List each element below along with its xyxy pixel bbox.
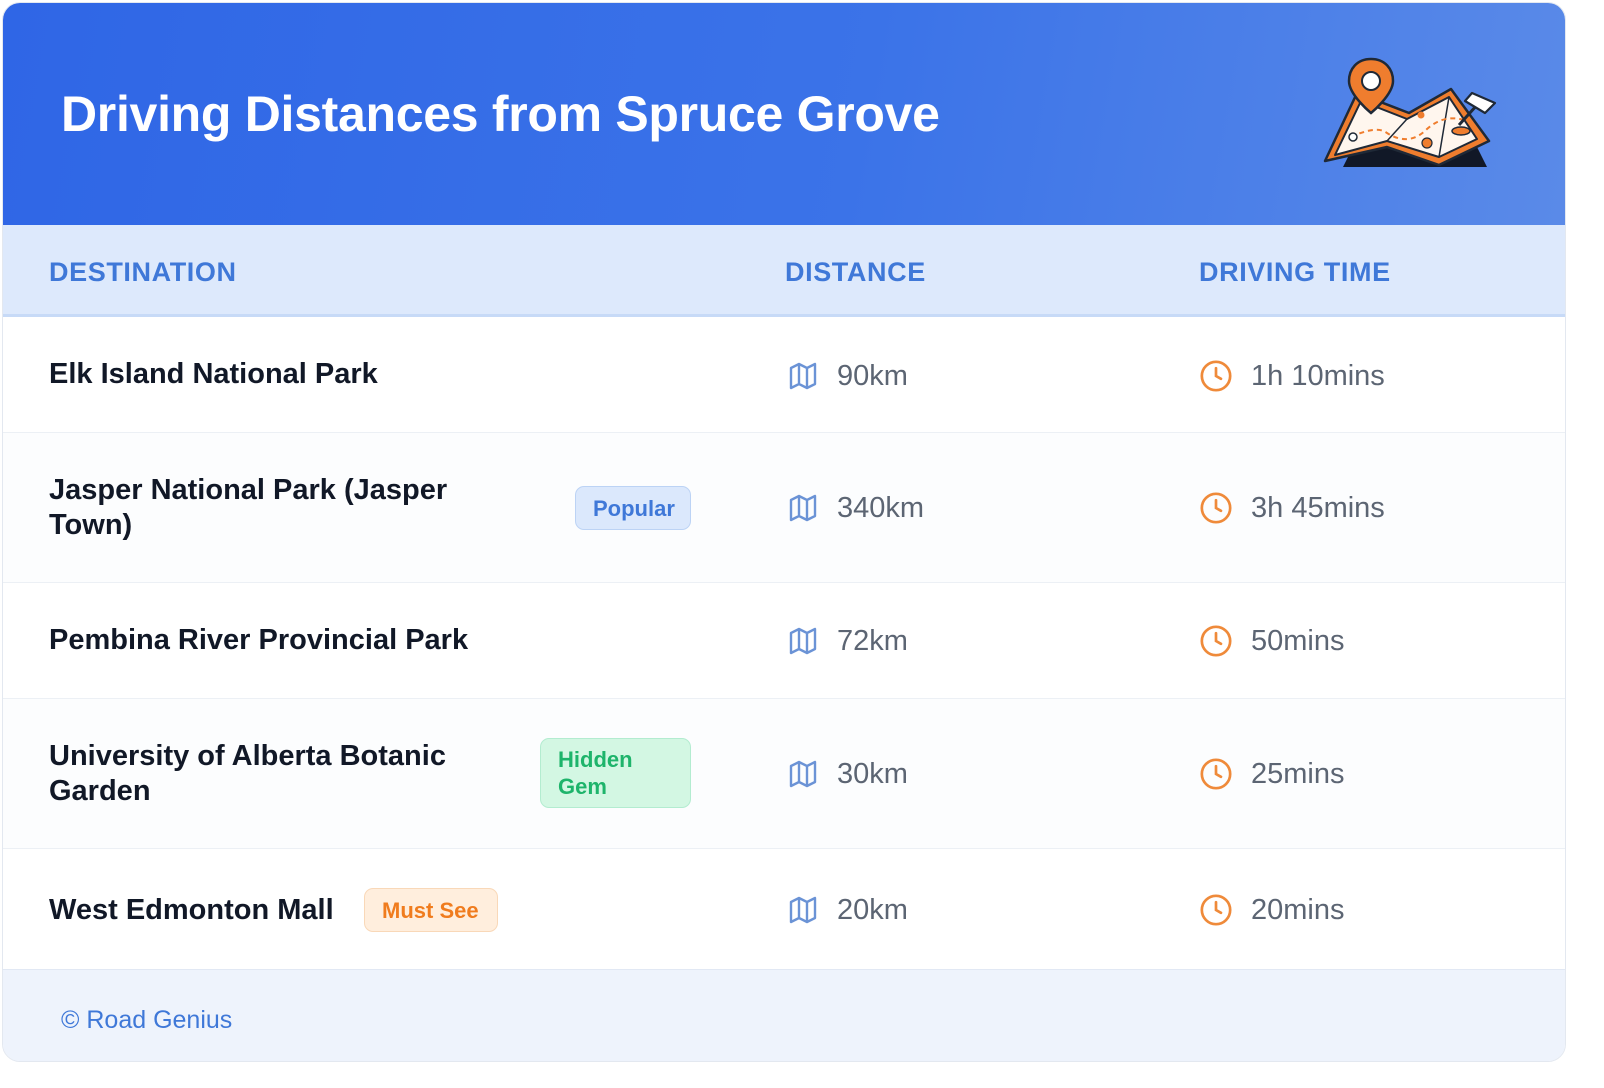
column-header-distance: DISTANCE xyxy=(785,257,926,287)
popular-badge: Popular xyxy=(575,486,691,530)
distance-value: 72km xyxy=(837,625,908,657)
destination-name: Elk Island National Park xyxy=(49,358,378,390)
distance-value: 340km xyxy=(837,492,925,524)
clock-icon xyxy=(1200,625,1232,657)
header-banner: Driving Distances from Spruce Grove xyxy=(3,3,1565,225)
column-header-driving-time: DRIVING TIME xyxy=(1199,257,1391,287)
map-icon xyxy=(789,760,817,788)
destination-name: University of Alberta Botanic Garden xyxy=(49,740,446,807)
map-with-location-pin-icon xyxy=(1323,57,1497,167)
distance-table-card: Driving Distances from Spruce Grove DEST… xyxy=(2,2,1566,1062)
must-see-badge: Must See xyxy=(364,888,498,932)
destination-name: West Edmonton Mall xyxy=(49,894,334,926)
driving-time-value: 50mins xyxy=(1251,625,1345,657)
distance-value: 20km xyxy=(837,894,908,926)
table-header: DESTINATION DISTANCE DRIVING TIME xyxy=(3,225,1565,317)
distance-value: 90km xyxy=(837,360,908,392)
table-row: Elk Island National Park 90km 1h 10mins xyxy=(3,317,1565,433)
driving-time-value: 20mins xyxy=(1251,894,1345,926)
map-icon xyxy=(789,627,817,655)
map-icon xyxy=(789,896,817,924)
footer-credit: © Road Genius xyxy=(61,1006,233,1034)
column-header-destination: DESTINATION xyxy=(49,257,237,287)
driving-time-value: 3h 45mins xyxy=(1251,492,1385,524)
hidden-gem-badge: Hidden Gem xyxy=(540,738,691,808)
driving-time-value: 25mins xyxy=(1251,758,1345,790)
footer: © Road Genius xyxy=(3,969,1565,1061)
page-title: Driving Distances from Spruce Grove xyxy=(61,86,940,142)
clock-icon xyxy=(1200,492,1232,524)
table-row: Pembina River Provincial Park 72km 50min… xyxy=(3,583,1565,699)
table-row: Jasper National Park (Jasper Town) Popul… xyxy=(3,433,1565,583)
driving-time-value: 1h 10mins xyxy=(1251,360,1385,392)
clock-icon xyxy=(1200,894,1232,926)
destination-name: Jasper National Park (Jasper Town) xyxy=(49,474,448,541)
map-icon xyxy=(789,494,817,522)
map-icon xyxy=(789,362,817,390)
clock-icon xyxy=(1200,758,1232,790)
table-row: West Edmonton Mall Must See 20km 20mins xyxy=(3,849,1565,969)
destination-name: Pembina River Provincial Park xyxy=(49,624,469,656)
distance-value: 30km xyxy=(837,758,908,790)
clock-icon xyxy=(1200,360,1232,392)
table-row: University of Alberta Botanic Garden Hid… xyxy=(3,699,1565,849)
